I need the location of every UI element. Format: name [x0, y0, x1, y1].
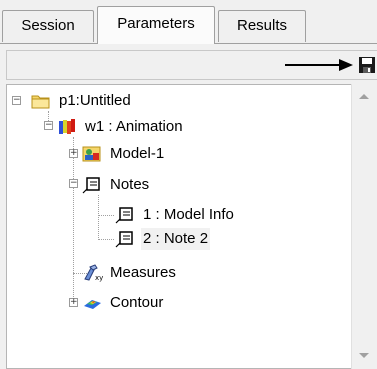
note-icon: [115, 231, 133, 248]
vertical-scrollbar[interactable]: [351, 84, 377, 369]
tree-view[interactable]: − p1:Untitled − w1 : Animation + Model-1…: [6, 84, 359, 369]
scroll-down-icon[interactable]: [358, 352, 370, 360]
svg-text:xy: xy: [95, 274, 103, 282]
collapse-toggle[interactable]: −: [69, 179, 78, 188]
tree-item-label: w1 : Animation: [85, 118, 183, 135]
collapse-toggle[interactable]: −: [44, 121, 53, 130]
tab-session-label: Session: [21, 17, 75, 34]
tab-results-label: Results: [236, 17, 288, 34]
tab-session[interactable]: Session: [2, 10, 94, 42]
tree-item-label: 2 : Note 2: [141, 228, 211, 250]
contour-icon: [84, 300, 101, 309]
animation-icon: [59, 119, 75, 134]
toolbar: [6, 50, 377, 80]
tree-item-label: Notes: [110, 176, 150, 193]
measures-icon: xy: [84, 264, 103, 282]
tree-connector: [98, 195, 99, 240]
tree-connector: [98, 239, 114, 240]
save-icon[interactable]: [358, 56, 376, 74]
tab-bar: Session Parameters Results: [0, 0, 377, 46]
tab-parameters[interactable]: Parameters: [97, 6, 215, 44]
tree-item-label: Model-1: [110, 145, 165, 162]
expand-toggle[interactable]: +: [69, 298, 78, 307]
note-icon: [115, 207, 133, 224]
tab-results[interactable]: Results: [218, 10, 306, 42]
tree-connector: [98, 215, 114, 216]
expand-toggle[interactable]: +: [69, 149, 78, 158]
tree-item-label: Contour: [110, 294, 164, 311]
collapse-toggle[interactable]: −: [12, 96, 21, 105]
tree-item-label: p1:Untitled: [59, 92, 131, 109]
note-icon: [82, 177, 100, 194]
tree-item-label: Measures: [110, 264, 176, 281]
scroll-up-icon[interactable]: [358, 92, 370, 100]
tree-item-label: 1 : Model Info: [143, 206, 234, 223]
model-icon: [82, 146, 101, 162]
arrow-icon: [285, 59, 353, 71]
folder-icon: [31, 95, 50, 109]
tab-parameters-label: Parameters: [117, 15, 195, 32]
